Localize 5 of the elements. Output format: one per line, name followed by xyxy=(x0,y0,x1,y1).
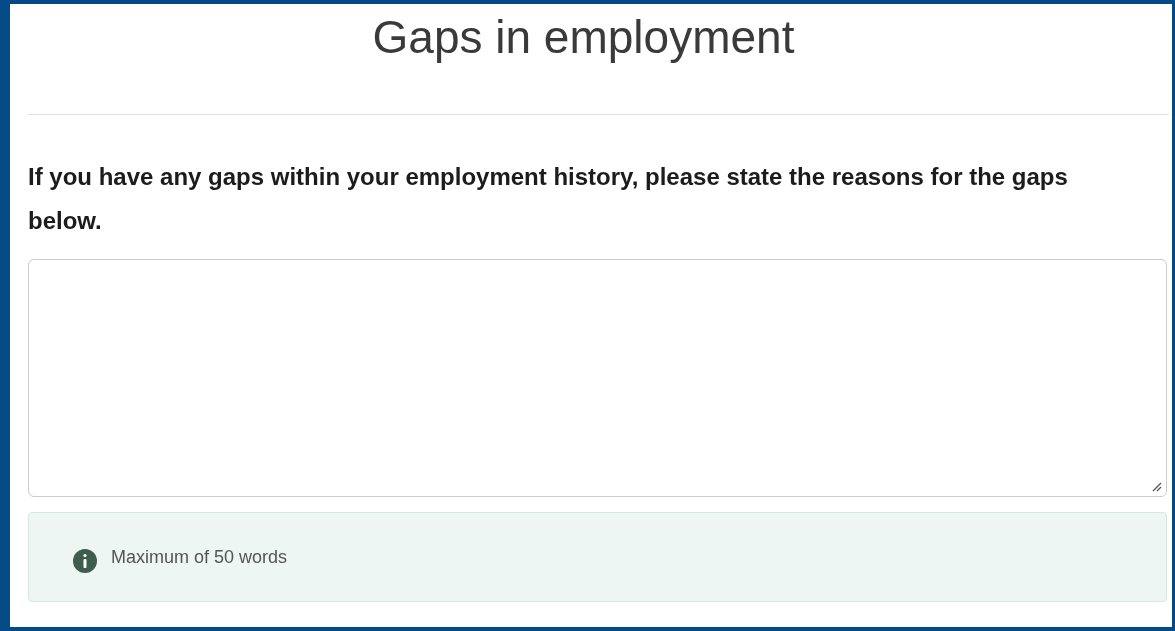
answer-field[interactable] xyxy=(28,259,1167,497)
resize-handle-icon[interactable] xyxy=(1150,480,1162,492)
question-text: If you have any gaps within your employment history, please state the reasons for the gaps below. xyxy=(28,162,1069,236)
info-icon xyxy=(73,549,97,573)
hint-text: Maximum of 50 words xyxy=(111,545,288,569)
